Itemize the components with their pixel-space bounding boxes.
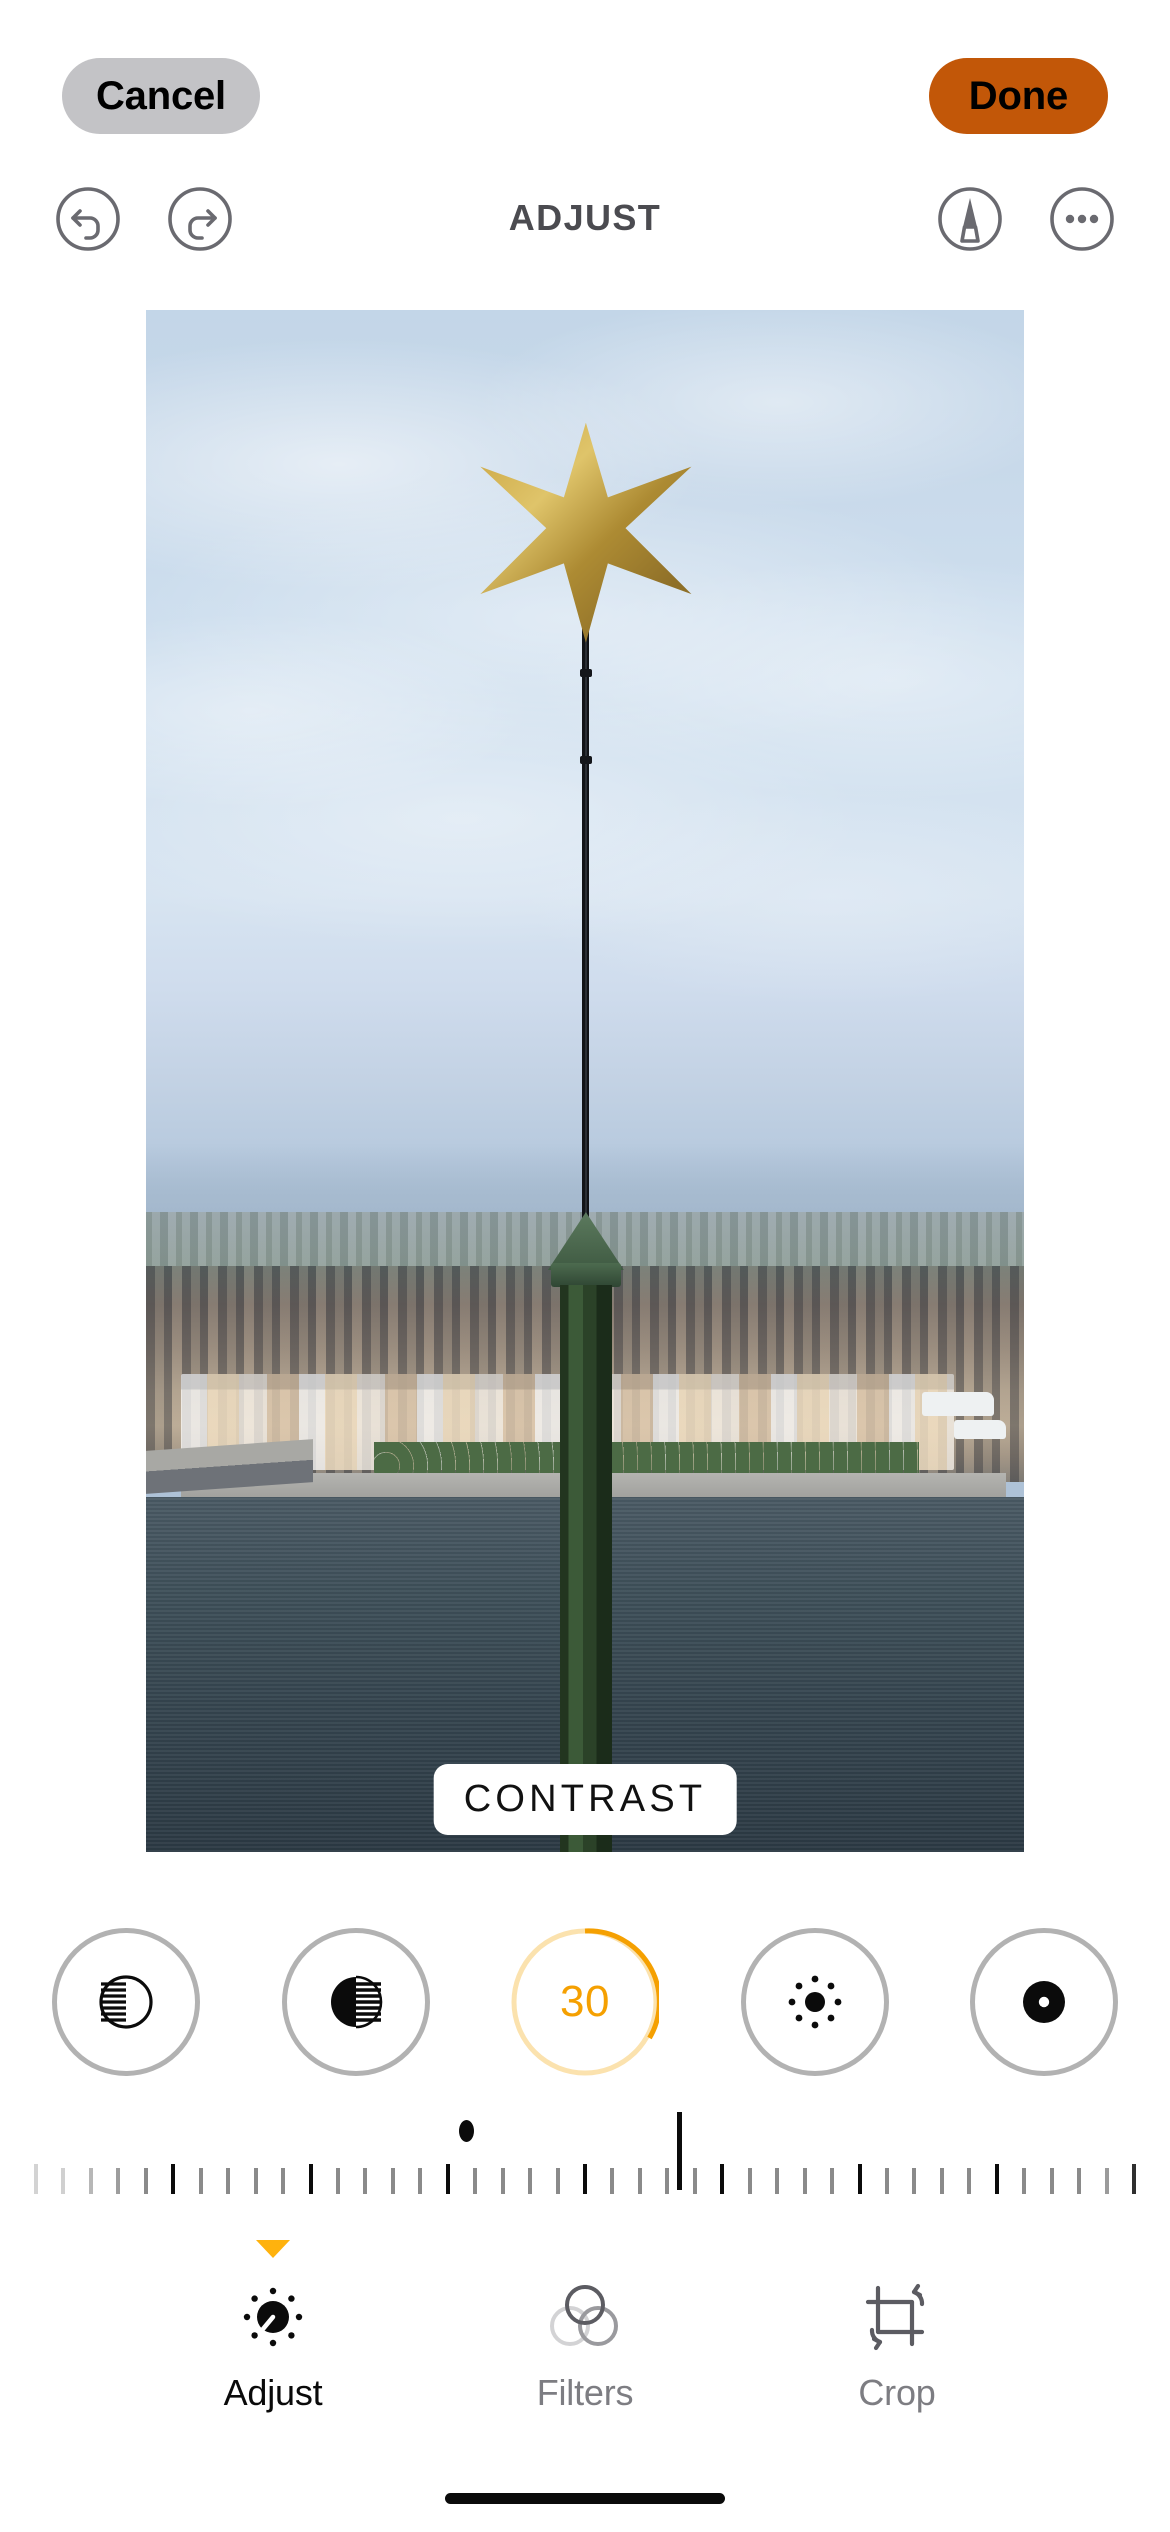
ruler-tick [583,2164,587,2194]
markup-pen-icon[interactable] [936,185,1004,253]
ruler-tick [775,2168,780,2194]
ruler-tick [335,2168,340,2194]
brightness-sun-icon [778,1965,852,2039]
ruler-tick [665,2168,670,2194]
ferry-boat [922,1392,995,1416]
tab-label-filters: Filters [536,2372,634,2413]
contrast-value: 30 [560,1977,610,2026]
ruler-tick [1077,2168,1082,2194]
edit-toolbar: ADJUST [0,185,1170,273]
tab-adjust[interactable]: Adjust [173,2240,373,2430]
ruler-tick [363,2168,368,2194]
ruler-tick [1022,2168,1027,2194]
ruler-tick [500,2168,505,2194]
ruler-tick [1132,2164,1136,2194]
ruler-tick [171,2164,176,2194]
ruler-tick [692,2168,697,2194]
tab-label-crop: Crop [858,2372,936,2413]
ruler-tick [116,2168,121,2194]
ruler-tick [528,2168,533,2194]
photo-canvas[interactable] [146,310,1024,1852]
adjustment-dial-contrast[interactable]: 30 [511,1928,659,2076]
ruler-tick [34,2164,38,2194]
editor-tab-bar: Adjust Filters Crop [0,2240,1170,2430]
black-point-icon [1007,1965,1081,2039]
tab-crop[interactable]: Crop [797,2240,997,2430]
ruler-tick [884,2168,889,2194]
adjustment-dial-brilliance[interactable] [52,1928,200,2076]
more-ellipsis-icon[interactable] [1048,185,1116,253]
ruler-tick [1049,2168,1054,2194]
edited-photo [146,310,1024,1852]
ruler-tick [308,2164,313,2194]
ruler-tick [1104,2168,1109,2194]
adjust-dial-icon [230,2274,316,2360]
adjustment-dial-highlights[interactable] [281,1928,430,2076]
contrast-ruler-slider[interactable] [0,2110,1170,2220]
brilliance-icon [89,1965,163,2039]
ruler-tick [967,2168,972,2194]
home-indicator [445,2493,725,2504]
crop-rotate-icon [854,2274,940,2360]
photo-editor-screen: Cancel Done ADJUST CONTRAST 30 Adjust Fi… [0,0,1170,2532]
active-adjustment-label: CONTRAST [433,1764,737,1835]
tab-label-adjust: Adjust [223,2372,323,2413]
ruler-tick [637,2168,642,2194]
ruler-tick [912,2168,917,2194]
ruler-tick [802,2168,807,2194]
ruler-tick [473,2168,478,2194]
spire-collar [550,1262,621,1287]
pole-band [579,755,592,764]
ruler-tick [253,2168,258,2194]
golden-star [480,422,692,643]
ruler-tick [88,2168,93,2194]
adjustment-dial-brightness[interactable] [740,1928,889,2076]
ruler-tick [939,2168,944,2194]
ruler-tick [830,2168,835,2194]
ruler-tick [555,2168,560,2194]
ruler-tick [610,2168,615,2194]
ruler-tick [720,2164,725,2194]
ruler-tick [747,2168,752,2194]
ruler-tick [445,2164,450,2194]
ruler-tick [143,2168,148,2194]
top-action-bar: Cancel Done [0,58,1170,134]
ruler-tick [61,2168,66,2194]
ruler-tick-marks [0,2162,1170,2194]
active-tab-marker [256,2240,290,2258]
adjustment-dial-black-point[interactable] [970,1928,1118,2076]
ruler-tick [198,2168,203,2194]
ruler-tick [418,2168,423,2194]
pole-band [579,669,592,678]
done-button[interactable]: Done [928,58,1108,134]
ruler-tick [390,2168,395,2194]
adjustment-dial-strip: 30 [0,1912,1170,2092]
highlights-icon [319,1965,393,2039]
cancel-button[interactable]: Cancel [62,58,260,134]
tab-filters[interactable]: Filters [485,2240,685,2430]
ferry-boat [953,1420,1007,1439]
filters-circles-icon [542,2274,628,2360]
ruler-tick [281,2168,286,2194]
ruler-neutral-dot [458,2120,474,2142]
ruler-tick [226,2168,231,2194]
ruler-tick [857,2164,862,2194]
ruler-tick [994,2164,999,2194]
